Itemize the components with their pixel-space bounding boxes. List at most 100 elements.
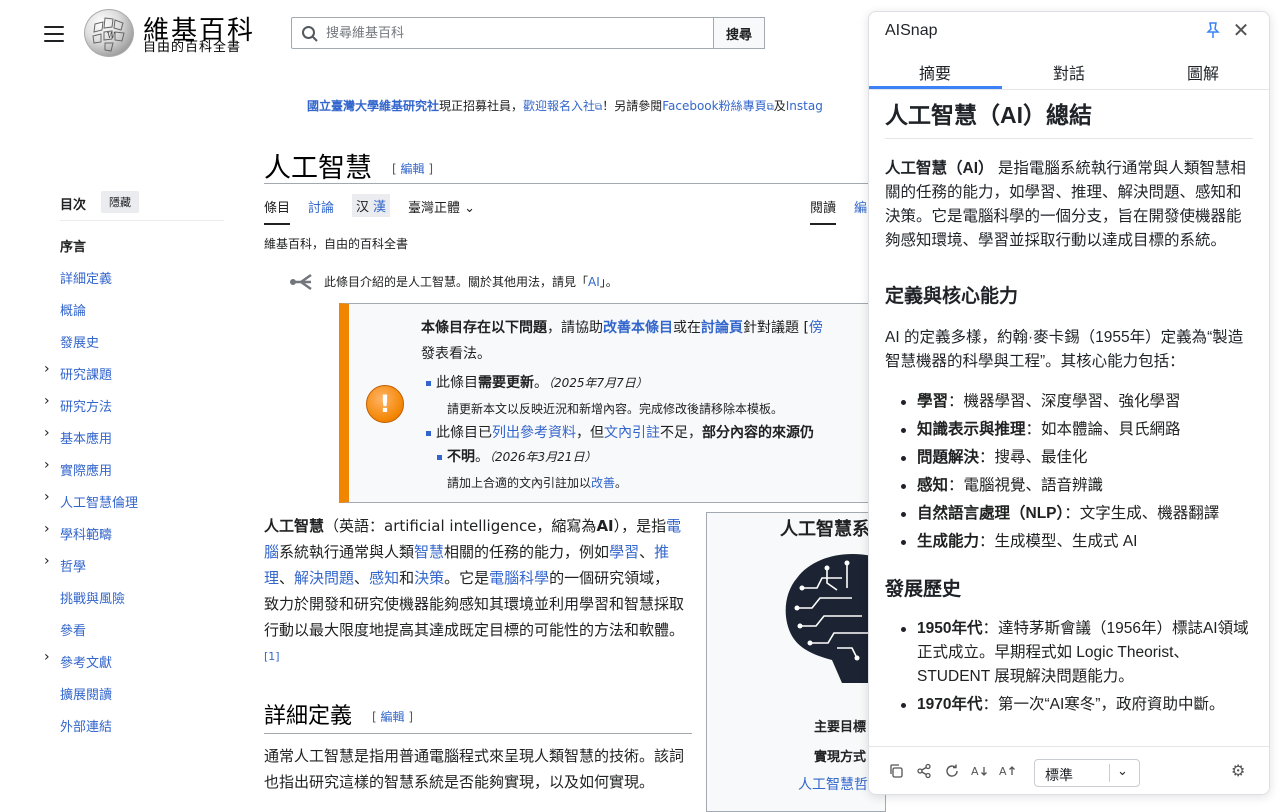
toc-item[interactable]: 挑戰與風險	[60, 588, 125, 607]
link-intelligence[interactable]: 智慧	[414, 543, 444, 561]
infobox-title: 人工智慧系	[780, 519, 870, 540]
language-variant-toggle[interactable]: 汉漢	[352, 194, 391, 217]
chevron-down-icon: ⌄	[464, 201, 476, 216]
issues-notice-text: 本條目存在以下問題，請協助改善本條目或在討論頁針對議題 [傍 發表看法。	[421, 320, 823, 362]
tab-summary[interactable]: 摘要	[869, 60, 1001, 84]
detail-level-value: 標準	[1045, 767, 1073, 783]
talk-page-link[interactable]: 討論頁	[701, 320, 743, 336]
pin-icon[interactable]	[1205, 21, 1221, 44]
banner-link-join[interactable]: 歡迎報名入社	[523, 99, 595, 113]
variant-dropdown[interactable]: 臺灣正體 ⌄	[408, 197, 475, 216]
panel-tabs: 摘要 對話 圖解	[869, 50, 1269, 90]
toc-hide-button[interactable]: 隱藏	[101, 191, 139, 213]
list-item: 生成能力：生成模型、生成式 AI	[885, 530, 1253, 554]
wikipedia-logo-icon[interactable]: W	[84, 9, 134, 57]
toc-item[interactable]: 參看	[60, 620, 86, 639]
font-increase-icon[interactable]: A	[999, 763, 1017, 782]
banner-link-club[interactable]: 國立臺灣大學維基研究社	[307, 99, 439, 113]
list-item: 知識表示與推理：如本體論、貝氏網路	[885, 418, 1253, 442]
refresh-icon[interactable]	[943, 763, 961, 782]
link-computer-science[interactable]: 電腦科學	[489, 569, 549, 587]
link-decision[interactable]: 決策	[414, 569, 444, 587]
detail-level-select[interactable]: 標準 ⌄	[1034, 759, 1140, 787]
toc-item[interactable]: 擴展閱讀	[60, 684, 112, 703]
summary-intro: 人工智慧（AI） 是指電腦系統執行通常與人類智慧相關的任務的能力，如學習、推理、…	[885, 160, 1246, 249]
banner-link-instagram[interactable]: Instag	[786, 99, 823, 113]
chevron-right-icon[interactable]: ›	[44, 361, 50, 377]
section-heading-definition: 詳細定義	[264, 704, 353, 729]
hatnote-link-ai[interactable]: AI	[588, 275, 600, 289]
toc-item[interactable]: 實際應用	[60, 460, 112, 479]
banner-link-facebook[interactable]: Facebook粉絲專頁	[662, 99, 766, 113]
chevron-right-icon[interactable]: ›	[44, 393, 50, 409]
link-learning[interactable]: 學習	[609, 543, 639, 561]
title-edit-link[interactable]: [ 編輯 ]	[392, 160, 433, 177]
toc-item[interactable]: 基本應用	[60, 428, 112, 447]
tab-edit[interactable]: 編	[854, 197, 867, 216]
lead-paragraph: 人工智慧（英語：artificial intelligence，縮寫為AI），是…	[264, 517, 685, 663]
search-box[interactable]	[291, 17, 714, 49]
toc-item[interactable]: 人工智慧倫理	[60, 492, 138, 511]
chevron-right-icon[interactable]: ›	[44, 489, 50, 505]
definition-paragraph: 通常人工智慧是指用普通電腦程式來呈現人類智慧的技術。該詞也指出研究這樣的智慧系統…	[264, 747, 685, 791]
inline-citations-link[interactable]: 文內引註	[604, 425, 660, 441]
issue-item-citations-note: 請加上合適的文內引註加以改善。	[447, 476, 628, 490]
infobox-link-philosophy[interactable]: 人工智慧哲	[798, 774, 868, 794]
lang-traditional: 漢	[373, 200, 387, 215]
references-link[interactable]: 列出參考資料	[492, 425, 576, 441]
list-item: 學習：機器學習、深度學習、強化學習	[885, 390, 1253, 414]
summary-content: 人工智慧（AI）總結 人工智慧（AI） 是指電腦系統執行通常與人類智慧相關的任務…	[869, 90, 1269, 746]
section-edit-anchor[interactable]: 編輯	[381, 710, 405, 724]
lang-simplified: 汉	[356, 200, 370, 215]
tab-chat[interactable]: 對話	[1003, 60, 1135, 84]
chevron-right-icon[interactable]: ›	[44, 553, 50, 569]
improve-link[interactable]: 改善	[591, 476, 615, 490]
summary-heading-definition: 定義與核心能力	[885, 286, 1019, 307]
copy-icon[interactable]	[887, 763, 905, 782]
title-edit-anchor[interactable]: 編輯	[401, 162, 425, 176]
chevron-right-icon[interactable]: ›	[44, 425, 50, 441]
toc-item[interactable]: 研究課題	[60, 364, 112, 383]
toc-item[interactable]: 詳細定義	[60, 268, 112, 287]
search-input[interactable]	[326, 23, 696, 43]
tab-diagram[interactable]: 圖解	[1137, 60, 1269, 84]
issues-more-link[interactable]: 傍	[809, 320, 823, 336]
panel-title: AISnap	[885, 22, 938, 39]
toc-item[interactable]: 序言	[60, 236, 86, 255]
chevron-right-icon[interactable]: ›	[44, 521, 50, 537]
toc-item[interactable]: 學科範疇	[60, 524, 112, 543]
tab-read[interactable]: 閱讀	[810, 197, 837, 225]
close-icon[interactable]: ✕	[1231, 18, 1251, 43]
toc-item[interactable]: 外部連結	[60, 716, 112, 735]
tab-article[interactable]: 條目	[264, 197, 291, 225]
improve-article-link[interactable]: 改善本條目	[603, 320, 673, 336]
panel-toolbar: A A 標準 ⌄ ⚙	[869, 746, 1269, 794]
site-notice-banner: 國立臺灣大學維基研究社現正招募社員，歡迎報名入社⧉！另請參閱Facebook粉絲…	[307, 99, 823, 113]
active-tab-indicator	[869, 86, 1002, 89]
infobox-label-goals: 主要目標	[814, 720, 867, 735]
tab-talk[interactable]: 討論	[308, 197, 334, 216]
toc-item[interactable]: 參考文獻	[60, 652, 112, 671]
toc-item[interactable]: 研究方法	[60, 396, 112, 415]
citation-link[interactable]: [1]	[264, 650, 280, 663]
chevron-right-icon[interactable]: ›	[44, 457, 50, 473]
section-edit-link[interactable]: [ 編輯 ]	[372, 708, 413, 725]
font-decrease-icon[interactable]: A	[971, 763, 989, 782]
toc-item[interactable]: 概論	[60, 300, 86, 319]
main-menu-button[interactable]	[44, 26, 64, 42]
infobox-label-methods: 實現方式	[814, 750, 867, 765]
external-link-icon: ⧉	[766, 102, 774, 113]
link-perception[interactable]: 感知	[369, 569, 399, 587]
share-icon[interactable]	[915, 763, 933, 782]
toc-item[interactable]: 哲學	[60, 556, 86, 575]
aisnap-panel: AISnap ✕ 摘要 對話 圖解 人工智慧（AI）總結 人工智慧（AI） 是指…	[868, 11, 1270, 795]
select-divider	[1109, 764, 1110, 782]
site-tagline: 自由的百科全書	[143, 40, 242, 55]
toc-item[interactable]: 發展史	[60, 332, 99, 351]
summary-heading-history: 發展歷史	[885, 579, 962, 600]
gear-icon[interactable]: ⚙	[1231, 761, 1245, 781]
search-button[interactable]: 搜尋	[713, 17, 765, 49]
chevron-right-icon[interactable]: ›	[44, 649, 50, 665]
link-problem-solving[interactable]: 解決問題	[294, 569, 354, 587]
brain-circuit-image[interactable]	[782, 548, 872, 688]
